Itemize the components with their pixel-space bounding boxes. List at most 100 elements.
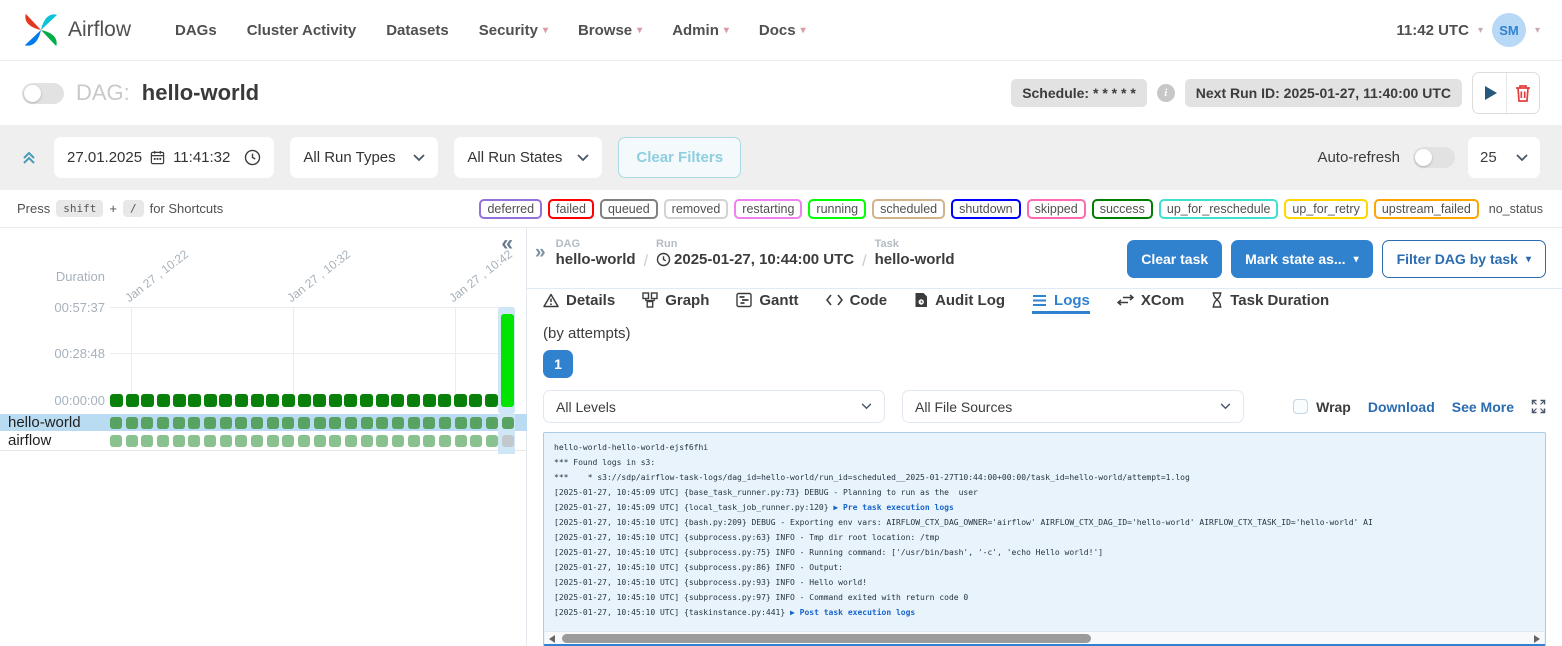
fullscreen-icon[interactable] (1531, 399, 1546, 414)
task-instance-success[interactable] (361, 435, 373, 447)
run-cell-success[interactable] (469, 394, 482, 407)
run-cell-success[interactable] (219, 394, 232, 407)
breadcrumb-run[interactable]: Run 2025-01-27, 10:44:00 UTC (656, 238, 854, 268)
task-instance-success[interactable] (345, 417, 357, 429)
run-cell-success[interactable] (391, 394, 404, 407)
log-source-select[interactable]: All File Sources (902, 390, 1244, 423)
task-instance-success[interactable] (173, 417, 185, 429)
dag-pause-toggle[interactable] (22, 83, 64, 104)
state-badge-success[interactable]: success (1092, 199, 1153, 219)
task-instance-success[interactable] (267, 417, 279, 429)
wrap-checkbox[interactable] (1293, 399, 1308, 414)
task-instance-success[interactable] (470, 435, 482, 447)
expand-panel-icon[interactable]: » (535, 242, 546, 264)
state-badge-skipped[interactable]: skipped (1027, 199, 1086, 219)
task-instance-success[interactable] (439, 417, 451, 429)
run-cell-success[interactable] (485, 394, 498, 407)
task-instance-success[interactable] (204, 417, 216, 429)
task-instance-success[interactable] (455, 435, 467, 447)
nav-item-cluster-activity[interactable]: Cluster Activity (247, 22, 356, 39)
task-instance-success[interactable] (329, 435, 341, 447)
task-instance-success[interactable] (423, 435, 435, 447)
task-instance-success[interactable] (173, 435, 185, 447)
task-instance-success[interactable] (486, 435, 498, 447)
nav-item-docs[interactable]: Docs▾ (759, 22, 806, 39)
task-instance-success[interactable] (157, 417, 169, 429)
task-instance-success[interactable] (298, 417, 310, 429)
state-badge-removed[interactable]: removed (664, 199, 729, 219)
run-cell-success[interactable] (282, 394, 295, 407)
task-instance-success[interactable] (126, 417, 138, 429)
run-cell-success[interactable] (454, 394, 467, 407)
task-instance-success[interactable] (361, 417, 373, 429)
state-badge-up_for_reschedule[interactable]: up_for_reschedule (1159, 199, 1279, 219)
task-instance-success[interactable] (157, 435, 169, 447)
task-instance-success[interactable] (220, 417, 232, 429)
task-instance-success[interactable] (376, 417, 388, 429)
log-group-toggle[interactable]: ▶ Post task execution logs (790, 608, 915, 617)
task-instance-success[interactable] (188, 417, 200, 429)
run-cell-success[interactable] (157, 394, 170, 407)
run-cell-success[interactable] (266, 394, 279, 407)
run-cell-success[interactable] (235, 394, 248, 407)
nav-item-datasets[interactable]: Datasets (386, 22, 449, 39)
run-cell-success[interactable] (126, 394, 139, 407)
task-instance-success[interactable] (251, 417, 263, 429)
auto-refresh-toggle[interactable] (1413, 147, 1455, 168)
task-instance-success[interactable] (408, 435, 420, 447)
clear-task-button[interactable]: Clear task (1127, 240, 1222, 278)
task-instance-success[interactable] (376, 435, 388, 447)
trigger-dag-button[interactable] (1473, 73, 1506, 113)
state-badge-scheduled[interactable]: scheduled (872, 199, 945, 219)
scroll-right-icon[interactable] (1534, 635, 1540, 643)
run-types-select[interactable]: All Run Types (290, 137, 438, 178)
run-cell-success[interactable] (251, 394, 264, 407)
task-instance-success[interactable] (455, 417, 467, 429)
collapse-filters-icon[interactable] (22, 151, 36, 165)
task-instance-success[interactable] (486, 417, 498, 429)
task-instance-success[interactable] (282, 435, 294, 447)
nav-item-security[interactable]: Security▾ (479, 22, 548, 39)
task-name[interactable]: airflow (0, 432, 110, 449)
tab-xcom[interactable]: XCom (1117, 289, 1184, 314)
task-instance-success[interactable] (235, 435, 247, 447)
breadcrumb-task[interactable]: Task hello-world (875, 238, 955, 268)
state-badge-up_for_retry[interactable]: up_for_retry (1284, 199, 1367, 219)
tab-task-duration[interactable]: Task Duration (1211, 289, 1329, 314)
task-instance-success[interactable] (423, 417, 435, 429)
state-badge-queued[interactable]: queued (600, 199, 658, 219)
base-date-input[interactable]: 27.01.2025 11:41:32 (54, 137, 274, 178)
scrollbar-thumb[interactable] (562, 634, 1091, 643)
task-instance-success[interactable] (392, 417, 404, 429)
task-instance-success[interactable] (220, 435, 232, 447)
task-name[interactable]: hello-world (0, 414, 110, 431)
filter-dag-by-task-button[interactable]: Filter DAG by task ▾ (1382, 240, 1546, 278)
clear-filters-button[interactable]: Clear Filters (618, 137, 741, 178)
see-more-link[interactable]: See More (1452, 399, 1514, 415)
run-cell-success[interactable] (344, 394, 357, 407)
run-cell-success[interactable] (329, 394, 342, 407)
run-cell-success[interactable] (313, 394, 326, 407)
tab-audit-log[interactable]: Audit Log (914, 289, 1005, 314)
state-badge-upstream_failed[interactable]: upstream_failed (1374, 199, 1479, 219)
task-instance-success[interactable] (126, 435, 138, 447)
log-group-toggle[interactable]: ▶ Pre task execution logs (833, 503, 953, 512)
scroll-left-icon[interactable] (549, 635, 555, 643)
run-cell-success[interactable] (376, 394, 389, 407)
nav-item-dags[interactable]: DAGs (175, 22, 217, 39)
task-instance-success[interactable] (282, 417, 294, 429)
delete-dag-button[interactable] (1506, 73, 1539, 113)
airflow-brand[interactable]: Airflow (22, 11, 131, 49)
tab-graph[interactable]: Graph (642, 289, 709, 314)
task-instance-success[interactable] (470, 417, 482, 429)
tab-code[interactable]: Code (826, 289, 888, 314)
task-instance-success[interactable] (502, 417, 514, 429)
state-badge-running[interactable]: running (808, 199, 866, 219)
avatar[interactable]: SM (1492, 13, 1526, 47)
nav-item-admin[interactable]: Admin▾ (672, 22, 729, 39)
tab-gantt[interactable]: Gantt (736, 289, 798, 314)
run-cell-success[interactable] (188, 394, 201, 407)
state-badge-no_status[interactable]: no_status (1485, 199, 1545, 219)
run-states-select[interactable]: All Run States (454, 137, 602, 178)
page-size-select[interactable]: 25 (1468, 137, 1540, 178)
